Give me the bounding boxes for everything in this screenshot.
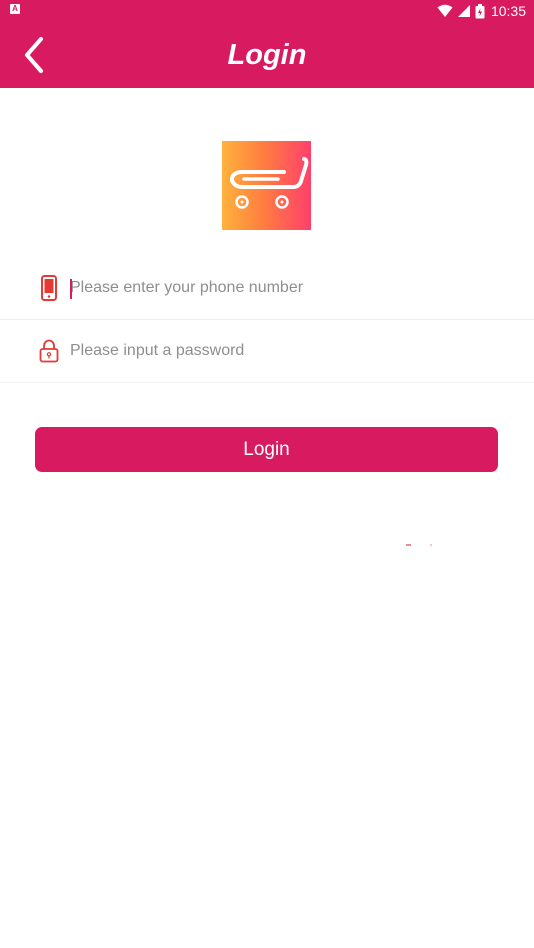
login-button[interactable]: Login [35, 427, 498, 472]
wifi-icon [437, 4, 453, 17]
status-time: 10:35 [490, 3, 526, 19]
password-input-row [0, 320, 534, 383]
status-bar: A 10:35 [0, 0, 534, 22]
battery-icon [475, 3, 485, 18]
lock-icon [38, 337, 60, 365]
notification-a-icon: A [10, 4, 20, 14]
phone-number-field[interactable] [70, 273, 510, 303]
login-screen: A 10:35 Login Please enter your phone nu… [0, 0, 534, 948]
status-icons: 10:35 [437, 0, 526, 22]
phone-input-row [0, 257, 534, 320]
faint-marks [406, 544, 432, 546]
shopping-cart-icon [229, 157, 309, 209]
page-title: Login [227, 39, 307, 71]
signal-icon [457, 5, 470, 17]
phone-icon [38, 274, 60, 302]
text-cursor [70, 279, 72, 299]
password-field[interactable] [70, 336, 510, 366]
app-header: Login [0, 22, 534, 88]
app-logo [222, 141, 311, 230]
